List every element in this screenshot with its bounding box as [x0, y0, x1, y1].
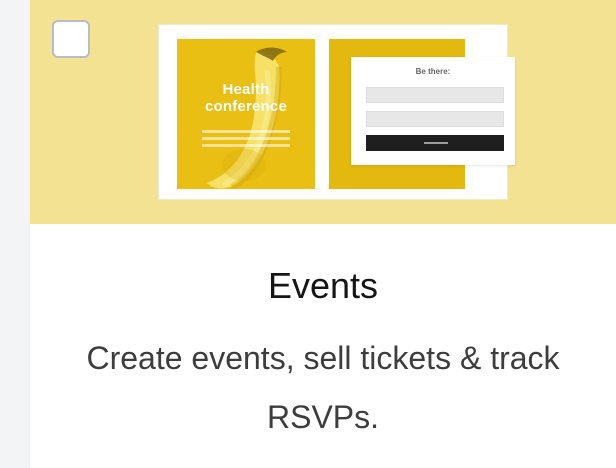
- poster-title: Health conference: [204, 81, 288, 115]
- events-option-card[interactable]: Health conference Be there: Events Creat…: [30, 0, 616, 468]
- events-preview-image: Health conference Be there:: [158, 24, 515, 200]
- events-description: Create events, sell tickets & track RSVP…: [86, 340, 560, 435]
- rsvp-second-input-preview: [366, 111, 504, 127]
- rsvp-form-heading: Be there:: [415, 67, 451, 76]
- events-selection-page: Health conference Be there: Events Creat…: [0, 0, 616, 468]
- rsvp-first-input-preview: [366, 87, 504, 103]
- health-conference-poster: Health conference: [177, 39, 315, 189]
- events-preview-area: Health conference Be there:: [30, 0, 616, 224]
- events-title: Events: [267, 265, 379, 306]
- rsvp-submit-button-preview: [366, 135, 504, 151]
- events-card-content: Events Create events, sell tickets & tra…: [30, 224, 616, 468]
- rsvp-form-preview: Be there:: [351, 57, 515, 165]
- poster-placeholder-lines: [202, 130, 290, 151]
- events-checkbox[interactable]: [52, 20, 90, 58]
- rsvp-preview-panel: Be there:: [329, 39, 515, 189]
